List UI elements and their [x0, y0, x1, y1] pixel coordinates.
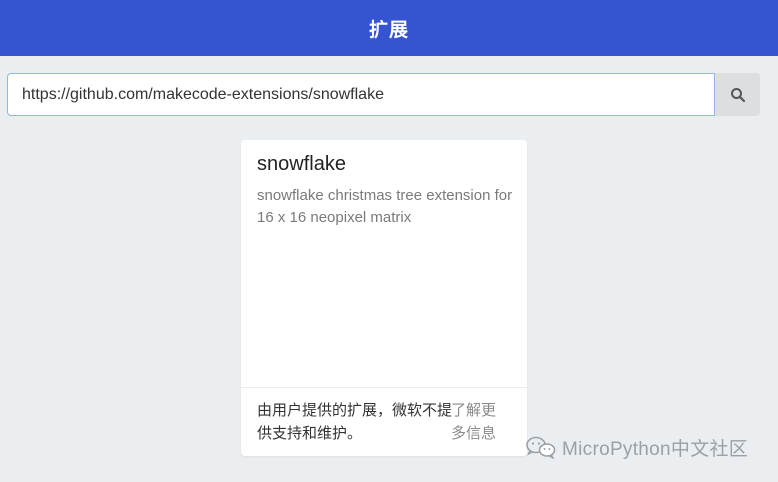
search-input[interactable] [7, 73, 716, 116]
extension-card[interactable]: snowflake snowflake christmas tree exten… [241, 140, 527, 456]
header-bar: 扩展 [0, 0, 778, 56]
page-title: 扩展 [368, 19, 409, 41]
card-divider [241, 387, 527, 388]
watermark-text: MicroPython中文社区 [562, 438, 749, 460]
wechat-icon [526, 436, 556, 459]
user-provided-note: 由用户提供的扩展，微软不提供支持和维护。 [257, 402, 453, 442]
learn-more-link[interactable]: 了解更多信息 [451, 399, 505, 445]
extension-description: snowflake christmas tree extension for 1… [257, 187, 513, 226]
search-icon [730, 87, 745, 102]
search-button[interactable] [715, 73, 760, 116]
extension-title: snowflake [257, 153, 346, 175]
watermark: MicroPython中文社区 [524, 435, 749, 460]
search-bar [7, 73, 760, 116]
